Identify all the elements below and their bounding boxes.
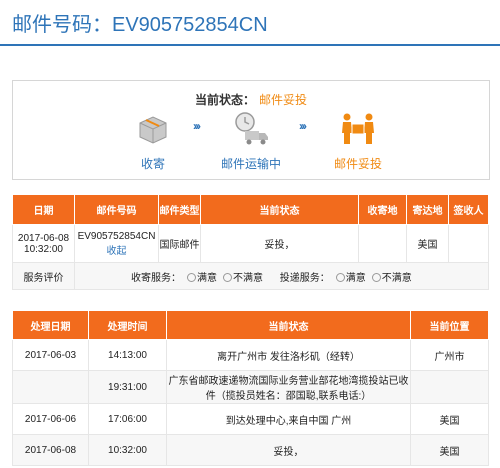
cell-signer <box>448 224 489 263</box>
rating-options: 收寄服务： 满意 不满意 投递服务： 满意 不满意 <box>74 262 489 290</box>
col-header-date: 日期 <box>12 194 75 225</box>
table-row: 2017-06-06 17:06:00 到达处理中心,来自中国 广州 美国 <box>12 403 489 435</box>
radio-collect-bad[interactable] <box>223 273 232 283</box>
cell-cur-status: 广东省邮政速递物流国际业务营业部花地湾揽投站已收件（揽投员姓名：邵国聪,联系电话… <box>166 370 411 404</box>
status-label: 当前状态： <box>194 93 255 107</box>
step-delivered: 邮件妥投 <box>313 109 403 172</box>
delivery-handover-icon <box>313 109 403 149</box>
table-row: 2017-06-03 14:13:00 离开广州市 发往洛杉矶（经转） 广州市 <box>12 339 489 371</box>
cell-cur-status: 离开广州市 发往洛杉矶（经转） <box>166 339 411 371</box>
cell-proc-time: 10:32:00 <box>88 434 167 466</box>
radio-deliver-bad-label: 不满意 <box>381 272 412 284</box>
cell-date: 2017-06-08 10:32:00 <box>12 224 75 263</box>
package-icon <box>108 109 198 149</box>
title-divider <box>0 44 500 46</box>
collect-service-label: 收寄服务： <box>131 272 181 284</box>
cell-proc-date <box>12 370 89 404</box>
cell-cur-location: 美国 <box>410 434 489 466</box>
cell-proc-time: 14:13:00 <box>88 339 167 371</box>
current-status: 当前状态： 邮件妥投 <box>13 91 489 108</box>
col-header-signer: 签收人 <box>448 194 489 225</box>
collapse-link[interactable]: 收起 <box>75 242 158 257</box>
radio-deliver-good[interactable] <box>335 273 345 283</box>
radio-deliver-good-label: 满意 <box>345 272 366 284</box>
col-header-proc-date: 处理日期 <box>12 310 89 340</box>
page-title: 邮件号码：EV905752854CN <box>12 14 268 36</box>
col-header-origin: 收寄地 <box>358 194 407 225</box>
radio-collect-good-label: 满意 <box>197 272 217 284</box>
col-header-mail-no: 邮件号码 <box>74 194 159 225</box>
status-panel: 当前状态： 邮件妥投 收寄 ››› 邮件运输中 ››› 邮件妥投 <box>12 80 490 180</box>
table-row: 2017-06-08 10:32:00 妥投， 美国 <box>12 434 489 466</box>
chevrons-right-icon: ››› <box>299 119 307 133</box>
cell-proc-date: 2017-06-06 <box>12 403 89 435</box>
cell-type: 国际邮件 <box>158 224 201 263</box>
tracking-table: 处理日期 处理时间 当前状态 当前位置 2017-06-03 14:13:00 … <box>12 310 489 466</box>
summary-table: 日期 邮件号码 邮件类型 当前状态 收寄地 寄达地 签收人 2017-06-08… <box>12 194 489 290</box>
radio-collect-bad-label: 不满意 <box>233 272 263 284</box>
cell-cur-status: 妥投， <box>166 434 411 466</box>
cell-mail-no: EV905752854CN 收起 <box>74 224 159 263</box>
cell-cur-location: 美国 <box>410 403 489 435</box>
col-header-type: 邮件类型 <box>158 194 201 225</box>
cell-proc-date: 2017-06-03 <box>12 339 89 371</box>
status-value: 邮件妥投 <box>259 93 308 107</box>
cell-origin <box>358 224 407 263</box>
cell-cur-location: 广州市 <box>410 339 489 371</box>
step-label-collect: 收寄 <box>140 157 165 171</box>
rating-row: 服务评价 收寄服务： 满意 不满意 投递服务： 满意 不满意 <box>12 262 489 290</box>
cell-cur-status: 到达处理中心,来自中国 广州 <box>166 403 411 435</box>
col-header-status: 当前状态 <box>200 194 359 225</box>
table-row: 2017-06-08 10:32:00 EV905752854CN 收起 国际邮… <box>12 224 489 263</box>
deliver-service-label: 投递服务： <box>279 272 330 284</box>
cell-proc-time: 17:06:00 <box>88 403 167 435</box>
col-header-dest: 寄达地 <box>406 194 449 225</box>
col-header-cur-status: 当前状态 <box>166 310 411 340</box>
table-row: 19:31:00 广东省邮政速递物流国际业务营业部花地湾揽投站已收件（揽投员姓名… <box>12 370 489 404</box>
cell-proc-date: 2017-06-08 <box>12 434 89 466</box>
step-label-transit: 邮件运输中 <box>220 157 281 171</box>
step-label-delivered: 邮件妥投 <box>333 157 382 171</box>
cell-proc-time: 19:31:00 <box>88 370 167 404</box>
mail-number: EV905752854CN <box>77 230 156 242</box>
col-header-proc-time: 处理时间 <box>88 310 167 340</box>
step-transit: 邮件运输中 <box>206 109 296 172</box>
step-collect: 收寄 <box>108 109 198 172</box>
col-header-cur-location: 当前位置 <box>410 310 489 340</box>
radio-deliver-bad[interactable] <box>371 273 381 283</box>
truck-clock-icon <box>206 109 296 149</box>
chevrons-right-icon: ››› <box>193 119 201 133</box>
rating-label: 服务评价 <box>12 262 75 290</box>
radio-collect-good[interactable] <box>187 273 196 283</box>
cell-cur-location <box>410 370 489 404</box>
cell-dest: 美国 <box>406 224 449 263</box>
cell-status: 妥投， <box>200 224 359 263</box>
